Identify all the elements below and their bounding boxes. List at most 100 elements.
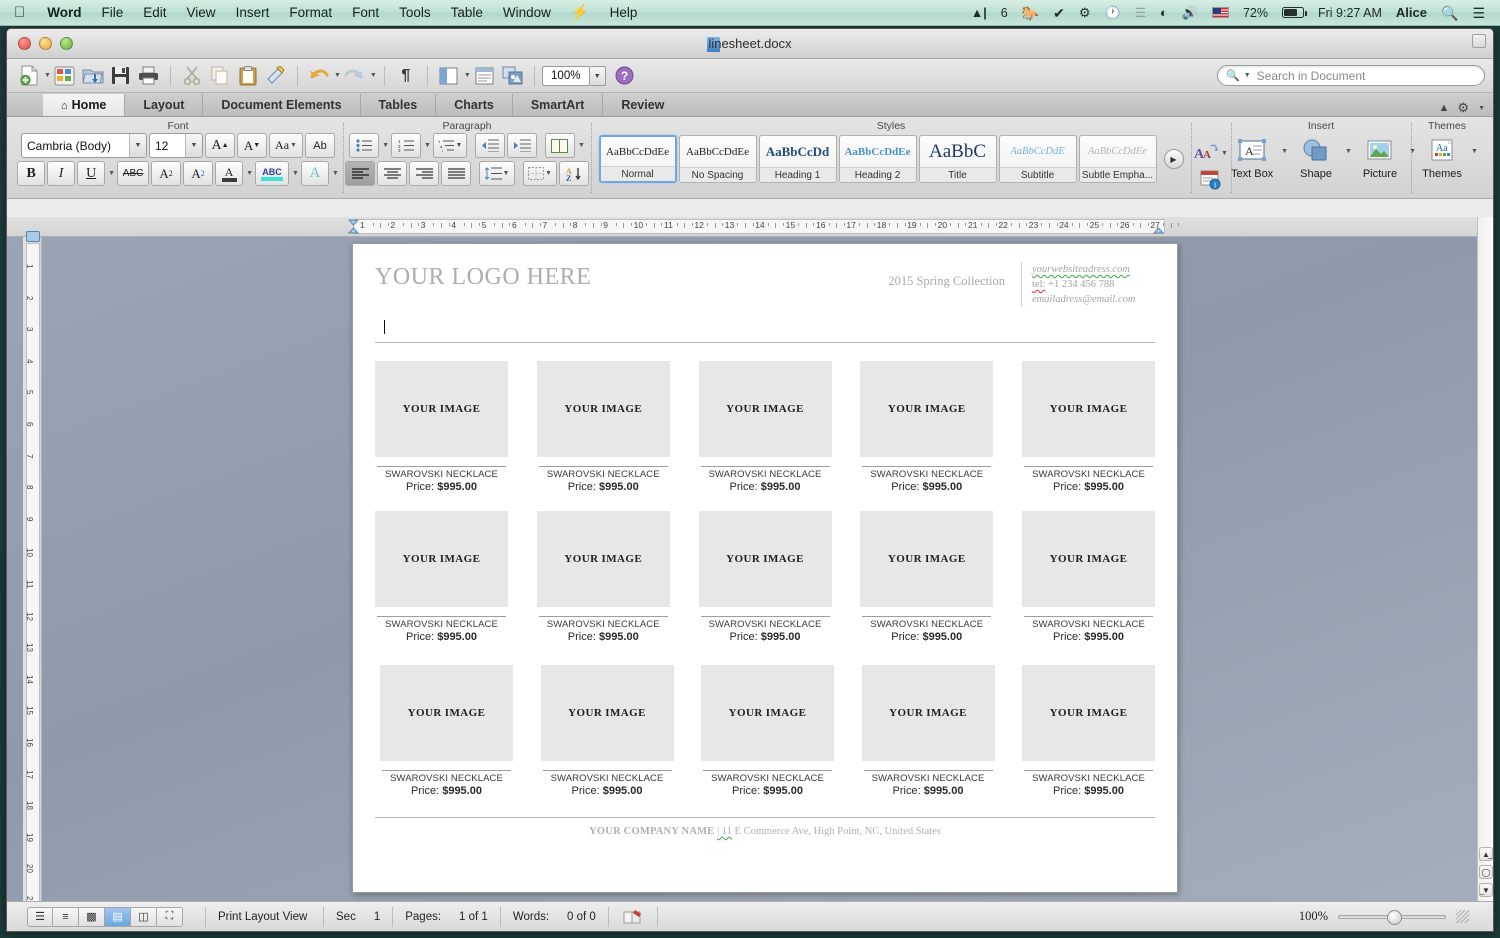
us-flag-icon[interactable]: [1205, 0, 1236, 26]
list-icon[interactable]: ☰: [1465, 0, 1492, 26]
product-image-placeholder[interactable]: YOUR IMAGE: [1022, 361, 1155, 457]
gear-arrow-icon[interactable]: ▼: [1478, 105, 1485, 112]
product-cell[interactable]: YOUR IMAGE SWAROVSKI NECKLACE Price: $995.…: [698, 361, 832, 493]
text-effects-arrow-icon[interactable]: ▼: [332, 170, 339, 177]
undo-arrow-icon[interactable]: ▼: [334, 72, 341, 79]
zoom-slider[interactable]: [1338, 909, 1446, 925]
underline-arrow-icon[interactable]: ▼: [108, 170, 115, 177]
left-indent-marker[interactable]: [348, 219, 359, 234]
print-layout-icon[interactable]: ▤: [105, 906, 131, 927]
align-center-button[interactable]: [377, 161, 407, 186]
paste-button[interactable]: [235, 63, 261, 89]
resize-grip[interactable]: [1456, 910, 1469, 923]
format-painter-button[interactable]: [263, 63, 289, 89]
search-options-icon[interactable]: ▼: [1244, 72, 1251, 79]
collection-text[interactable]: 2015 Spring Collection: [888, 262, 1021, 289]
columns-button[interactable]: [544, 133, 575, 158]
themes-arrow-icon[interactable]: ▼: [1471, 148, 1478, 155]
product-cell[interactable]: YOUR IMAGE SWAROVSKI NECKLACE Price: $995.…: [861, 665, 995, 797]
draft-view-icon[interactable]: ☰: [27, 906, 53, 927]
product-image-placeholder[interactable]: YOUR IMAGE: [375, 511, 508, 607]
telephone-line[interactable]: tel: +1 234 456 788: [1032, 277, 1155, 292]
menu-item-view[interactable]: View: [177, 0, 226, 26]
superscript-button[interactable]: A2: [151, 161, 182, 186]
sidebar-arrow-icon[interactable]: ▼: [464, 72, 471, 79]
website-text[interactable]: yourwebsiteadress.com: [1032, 262, 1155, 277]
product-cell[interactable]: YOUR IMAGE SWAROVSKI NECKLACE Price: $995.…: [375, 361, 508, 493]
volume-icon[interactable]: 🔊: [1175, 0, 1205, 26]
horizontal-ruler[interactable]: 1 2 3 4 5 6 7 8 9 10 11 12 13 14 15 16 17 18 19 20 21 22 23 24 2…: [7, 217, 1493, 237]
help-question-icon[interactable]: ?: [612, 63, 638, 89]
top-margin-marker[interactable]: [26, 231, 40, 242]
styles-pane-icon[interactable]: 1: [1197, 167, 1225, 193]
product-cell[interactable]: YOUR IMAGE SWAROVSKI NECKLACE Price: $995.…: [1022, 361, 1155, 493]
decrease-indent-button[interactable]: [474, 133, 505, 158]
vertical-ruler[interactable]: 1 2 3 4 5 6 7 8 9 10 11 12 13 14 15 16 17 18 19 20 21: [23, 231, 42, 901]
menu-item-edit[interactable]: Edit: [133, 0, 176, 26]
style-normal[interactable]: AaBbCcDdEe Normal: [598, 135, 677, 183]
evernote-icon[interactable]: 🐎: [1015, 0, 1046, 26]
highlight-button[interactable]: ABC: [255, 161, 289, 186]
new-document-arrow-icon[interactable]: ▼: [44, 72, 51, 79]
style-heading-1[interactable]: AaBbCcDd Heading 1: [758, 135, 837, 183]
redo-button[interactable]: [342, 63, 368, 89]
track-changes-icon[interactable]: [609, 906, 658, 927]
menu-item-file[interactable]: File: [92, 0, 134, 26]
text-box-arrow-icon[interactable]: ▼: [1281, 148, 1288, 155]
copy-button[interactable]: [207, 63, 233, 89]
align-right-button[interactable]: [409, 161, 439, 186]
select-browse-object-icon[interactable]: ◯: [1479, 865, 1493, 879]
flash-icon[interactable]: ⚡: [561, 0, 600, 26]
product-cell[interactable]: YOUR IMAGE SWAROVSKI NECKLACE Price: $995.…: [701, 665, 834, 797]
notebook-layout-button[interactable]: [472, 63, 498, 89]
toggle-ribbon-button[interactable]: [1472, 34, 1486, 48]
borders-button[interactable]: ▼: [523, 161, 557, 186]
menu-item-format[interactable]: Format: [279, 0, 342, 26]
save-button[interactable]: [108, 63, 134, 89]
sort-az-button[interactable]: AZ: [559, 161, 589, 186]
align-left-button[interactable]: [345, 161, 375, 186]
focus-view-icon[interactable]: ⛶: [157, 906, 183, 927]
gear-icon[interactable]: ⚙: [1457, 100, 1469, 116]
font-name-combo[interactable]: Cambria (Body) ▼: [21, 133, 147, 158]
menu-item-window[interactable]: Window: [493, 0, 561, 26]
product-image-placeholder[interactable]: YOUR IMAGE: [1022, 511, 1155, 607]
search-input[interactable]: 🔍 ▼ Search in Document: [1217, 65, 1485, 86]
next-page-icon[interactable]: ̲▼: [1479, 883, 1493, 897]
product-image-placeholder[interactable]: YOUR IMAGE: [536, 361, 670, 457]
media-browser-button[interactable]: [500, 63, 526, 89]
increase-indent-button[interactable]: [506, 133, 537, 158]
multilevel-list-button[interactable]: 1ai ▼: [432, 133, 467, 158]
style-no-spacing[interactable]: AaBbCcDdEe No Spacing: [678, 135, 757, 183]
document-page[interactable]: YOUR LOGO HERE 2015 Spring Collection yo…: [352, 243, 1178, 893]
style-title[interactable]: AaBbC Title: [918, 135, 997, 183]
grow-font-button[interactable]: A ▲: [205, 133, 235, 158]
product-cell[interactable]: YOUR IMAGE SWAROVSKI NECKLACE Price: $995.…: [1022, 665, 1155, 797]
user-name-label[interactable]: Alice: [1389, 0, 1434, 26]
open-button[interactable]: [80, 63, 106, 89]
menu-item-insert[interactable]: Insert: [226, 0, 280, 26]
product-cell[interactable]: YOUR IMAGE SWAROVSKI NECKLACE Price: $995.…: [375, 511, 508, 643]
bold-button[interactable]: B: [17, 161, 46, 186]
product-image-placeholder[interactable]: YOUR IMAGE: [701, 665, 834, 761]
apple-menu-icon[interactable]: : [0, 1, 37, 25]
menu-item-word[interactable]: Word: [37, 0, 91, 26]
font-color-arrow-icon[interactable]: ▼: [246, 170, 253, 177]
menu-item-font[interactable]: Font: [342, 0, 389, 26]
timemachine-icon[interactable]: 🕐: [1098, 0, 1128, 26]
airplay-icon[interactable]: ▲|: [964, 0, 994, 26]
print-button[interactable]: [136, 63, 162, 89]
product-image-placeholder[interactable]: YOUR IMAGE: [698, 511, 832, 607]
cut-button[interactable]: [179, 63, 205, 89]
outline-view-icon[interactable]: ≡: [53, 906, 79, 927]
product-image-placeholder[interactable]: YOUR IMAGE: [380, 665, 513, 761]
search-icon[interactable]: 🔍: [1434, 0, 1465, 26]
highlight-arrow-icon[interactable]: ▼: [292, 170, 299, 177]
bulleted-list-button[interactable]: [349, 133, 380, 158]
vertical-scrollbar[interactable]: ▲̲ ◯ ̲▼: [1477, 217, 1493, 901]
publishing-view-icon[interactable]: ▩: [79, 906, 105, 927]
tab-tables[interactable]: Tables: [361, 94, 437, 116]
shape-arrow-icon[interactable]: ▼: [1345, 148, 1352, 155]
style-heading-2[interactable]: AaBbCcDdEe Heading 2: [838, 135, 917, 183]
font-name-arrow-icon[interactable]: ▼: [129, 134, 146, 157]
